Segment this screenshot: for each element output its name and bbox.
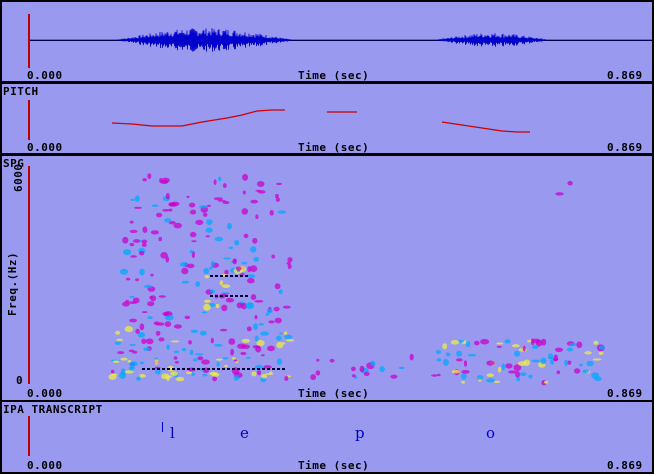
pitch-panel[interactable]: PITCH 0.000 Time (sec) 0.869 [2,84,652,154]
waveform-end-time: 0.869 [607,69,643,82]
spectrogram-image [108,173,605,386]
ipa-symbol-p: p [355,424,365,442]
ipa-panel[interactable]: IPA TRANSCRIPT l e p o 0.000 Time (sec) … [2,402,652,472]
ipa-x-label: Time (sec) [298,459,370,472]
pitch-end-time: 0.869 [607,141,643,154]
ipa-start-time: 0.000 [27,459,63,472]
waveform-start-time: 0.000 [27,69,63,82]
waveform-panel[interactable]: 0.000 Time (sec) 0.869 [2,2,652,82]
waveform-x-label: Time (sec) [298,69,370,82]
spg-x-label: Time (sec) [298,387,370,400]
ipa-end-time: 0.869 [607,459,643,472]
spg-start-time: 0.000 [27,387,63,400]
ipa-boundary-marker[interactable] [162,422,163,432]
spectrogram-panel[interactable]: SPG 6000 Freq.(Hz) 0 0.000 Time (sec) 0.… [2,156,652,400]
pitch-x-label: Time (sec) [298,141,370,154]
ipa-symbol-o: o [486,424,496,442]
ipa-symbol-l: l [170,424,175,442]
pitch-start-time: 0.000 [27,141,63,154]
ipa-title: IPA TRANSCRIPT [3,403,103,416]
ipa-symbol-e: e [240,424,249,442]
ipa-cursor[interactable] [28,416,30,456]
spg-end-time: 0.869 [607,387,643,400]
